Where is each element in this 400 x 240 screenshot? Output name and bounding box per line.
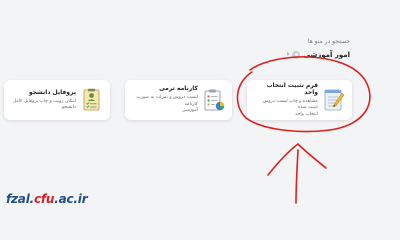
profile-checklist-icon <box>80 87 104 113</box>
breadcrumb-label[interactable]: امور آموزشی <box>303 51 350 59</box>
card-desc: مشاهده و چاپ لیست دروس تثبیت شده انتخاب … <box>253 99 318 118</box>
card-desc: امکان رویت و چاپ پروفایل کامل دانشجو <box>10 99 76 112</box>
card-text: کارنامه ترمی لیست دروس و نمرات به صورت ک… <box>131 85 202 114</box>
card-desc: لیست دروس و نمرات به صورت کارنامه آموزشی <box>131 95 198 114</box>
card-desc-line: امکان رویت و چاپ پروفایل کامل دانشجو <box>12 98 76 110</box>
breadcrumb[interactable]: امور آموزشی ‹ <box>240 50 350 59</box>
card-term-report[interactable]: کارنامه ترمی لیست دروس و نمرات به صورت ک… <box>125 80 232 120</box>
gear-icon <box>292 50 301 59</box>
annotation-arrow-head <box>267 142 327 176</box>
card-desc-line: آموزشی <box>181 108 198 114</box>
search-input[interactable] <box>240 35 350 48</box>
search-area: امور آموزشی ‹ <box>240 28 350 59</box>
card-title: پروفایل دانشجو <box>28 88 76 96</box>
card-desc-line: لیست دروس و نمرات به صورت کارنامه <box>136 95 198 107</box>
notepad-pencil-icon <box>322 87 346 113</box>
card-enrollment-form[interactable]: فرم تثبیت انتخاب واحد مشاهده و چاپ لیست … <box>247 80 352 120</box>
clipboard-chart-icon <box>202 87 226 113</box>
card-text: فرم تثبیت انتخاب واحد مشاهده و چاپ لیست … <box>253 82 322 118</box>
chevron-left-icon[interactable]: ‹ <box>286 51 289 58</box>
annotation-arrow-shaft <box>295 149 299 204</box>
card-title: فرم تثبیت انتخاب واحد <box>266 81 318 96</box>
card-desc-line: انتخاب واحد <box>295 111 318 117</box>
watermark-text: fzal.cfu.ac.ir <box>6 192 88 206</box>
card-title: کارنامه ترمی <box>159 85 198 93</box>
card-text: پروفایل دانشجو امکان رویت و چاپ پروفایل … <box>10 89 80 112</box>
card-desc-line: مشاهده و چاپ لیست دروس تثبیت شده <box>262 98 318 111</box>
card-student-profile[interactable]: پروفایل دانشجو امکان رویت و چاپ پروفایل … <box>4 80 110 120</box>
watermark-logo: fzal.cfu.ac.ir <box>6 192 88 206</box>
